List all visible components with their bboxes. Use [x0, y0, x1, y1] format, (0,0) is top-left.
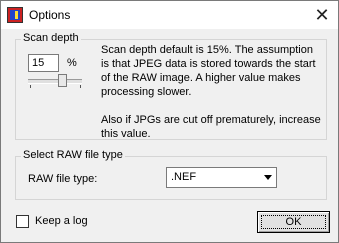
ok-button[interactable]: OK: [257, 211, 330, 233]
scan-depth-slider[interactable]: [28, 74, 82, 88]
app-icon: [7, 7, 23, 23]
slider-tick: [80, 85, 81, 88]
keep-log-checkbox[interactable]: [16, 215, 29, 228]
slider-track: [28, 79, 82, 84]
scan-depth-unit: %: [67, 57, 77, 69]
options-dialog: Options ✕ Scan depth 15 % Scan depth def…: [0, 0, 339, 243]
slider-thumb[interactable]: [58, 74, 67, 87]
scan-depth-legend: Scan depth: [21, 32, 81, 44]
raw-file-type-legend: Select RAW file type: [21, 149, 125, 161]
raw-file-type-select[interactable]: .NEF: [166, 167, 277, 188]
title-bar[interactable]: Options ✕: [1, 1, 338, 29]
scan-depth-input[interactable]: 15: [28, 54, 59, 72]
raw-file-type-label: RAW file type:: [28, 173, 98, 185]
scan-depth-value: 15: [32, 57, 45, 69]
close-icon[interactable]: ✕: [306, 1, 338, 29]
scan-depth-description-2: Also if JPGs are cut off prematurely, in…: [101, 114, 321, 140]
scan-depth-description-1: Scan depth default is 15%. The assumptio…: [101, 44, 316, 98]
focus-rect: [261, 215, 326, 229]
keep-log-label[interactable]: Keep a log: [35, 215, 88, 227]
scan-depth-description: Scan depth default is 15%. The assumptio…: [101, 43, 321, 141]
chevron-down-icon[interactable]: [259, 168, 276, 187]
raw-file-type-value: .NEF: [171, 171, 197, 183]
window-title: Options: [29, 8, 71, 22]
slider-tick: [30, 85, 31, 88]
